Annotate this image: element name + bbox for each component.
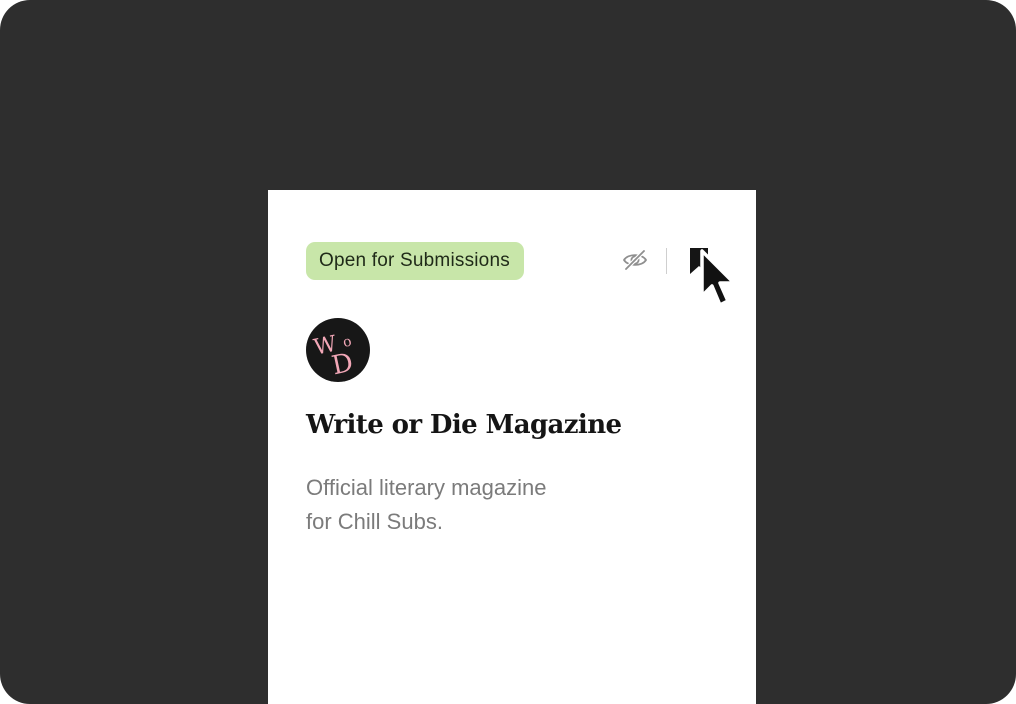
eye-slash-icon (623, 249, 647, 271)
toolbar-divider (666, 248, 667, 274)
magazine-card[interactable]: Open for Submissions W o D Write or Die … (268, 190, 756, 704)
wod-monogram-logo: W o D (312, 332, 356, 382)
svg-text:D: D (329, 348, 356, 382)
magazine-title[interactable]: Write or Die Magazine (306, 410, 622, 440)
hide-button[interactable] (620, 245, 650, 275)
bookmark-icon (690, 248, 708, 274)
status-badge: Open for Submissions (306, 242, 524, 280)
bookmark-button[interactable] (688, 246, 710, 276)
description-line: Official literary magazine (306, 475, 547, 500)
magazine-logo: W o D (306, 318, 370, 382)
magazine-description: Official literary magazine for Chill Sub… (306, 471, 596, 539)
app-backdrop: Open for Submissions W o D Write or Die … (0, 0, 1016, 704)
description-line: for Chill Subs. (306, 509, 443, 534)
